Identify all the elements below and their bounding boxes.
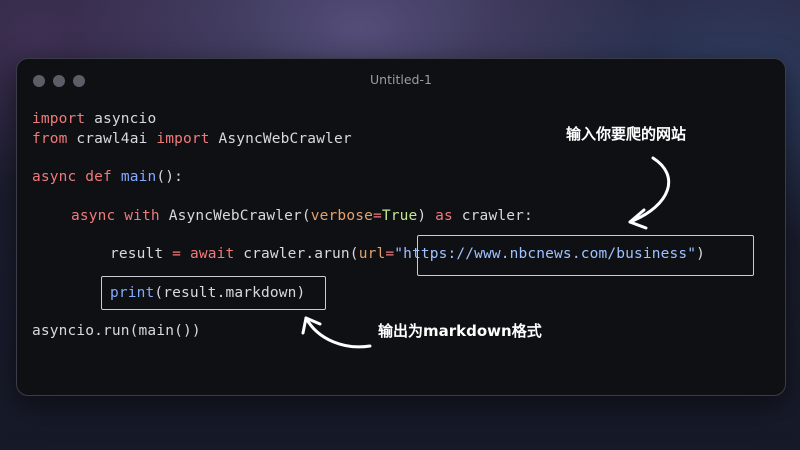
- annotation-arrows: [301, 156, 671, 349]
- markdown-annotation-arrow-icon: [301, 316, 372, 349]
- url-annotation-arrow-icon: [628, 156, 671, 230]
